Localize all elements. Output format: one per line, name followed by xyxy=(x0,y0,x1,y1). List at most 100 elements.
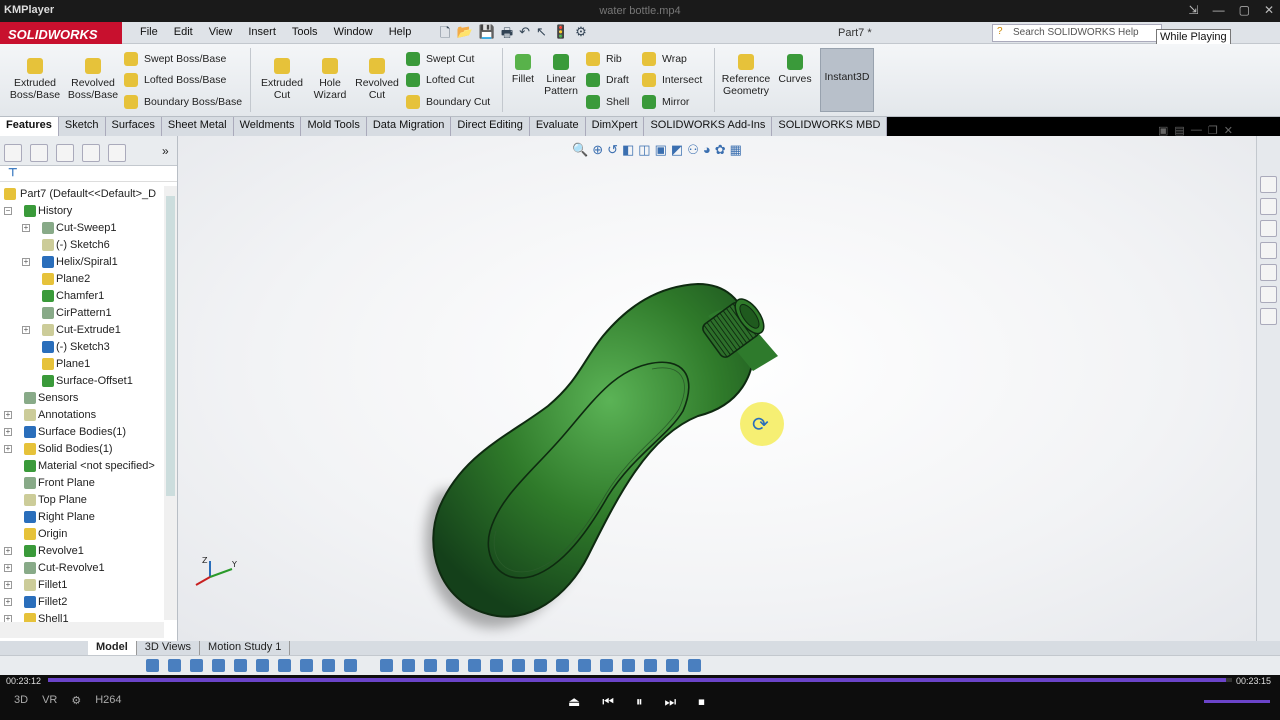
menu-insert[interactable]: Insert xyxy=(240,26,284,38)
bottom-tab-motion-study-1[interactable]: Motion Study 1 xyxy=(200,641,291,655)
filter-icon[interactable] xyxy=(146,659,159,672)
vp-close-icon[interactable]: ✕ xyxy=(1224,124,1233,137)
minimize-icon[interactable]: — xyxy=(1213,3,1225,17)
filter-icon[interactable] xyxy=(666,659,679,672)
file-explorer-icon[interactable] xyxy=(1260,220,1277,237)
filter-icon[interactable] xyxy=(212,659,225,672)
expand-toggle-icon[interactable]: + xyxy=(4,564,12,572)
expand-toggle-icon[interactable]: + xyxy=(22,326,30,334)
tree-node[interactable]: Top Plane xyxy=(0,492,164,509)
tree-node[interactable]: Sensors xyxy=(0,390,164,407)
bottom-tab-model[interactable]: Model xyxy=(88,641,137,655)
filter-icon[interactable] xyxy=(468,659,481,672)
tree-node[interactable]: + Cut-Revolve1 xyxy=(0,560,164,577)
dynamic-annotation-icon[interactable]: ◫ xyxy=(638,142,650,158)
bottom-tab-3d-views[interactable]: 3D Views xyxy=(137,641,201,655)
view-palette-icon[interactable] xyxy=(1260,242,1277,259)
filter-icon[interactable] xyxy=(234,659,247,672)
expand-toggle-icon[interactable]: + xyxy=(4,445,12,453)
3d-toggle[interactable]: 3D xyxy=(14,694,28,707)
zoom-to-fit-icon[interactable]: 🔍 xyxy=(572,142,588,158)
filter-icon[interactable] xyxy=(402,659,415,672)
open-icon[interactable]: 📂 xyxy=(456,24,472,46)
boundary-cut-button[interactable]: Boundary Cut xyxy=(406,94,490,114)
shell-button[interactable]: Shell xyxy=(586,94,629,114)
tree-node[interactable]: CirPattern1 xyxy=(0,305,164,322)
expand-toggle-icon[interactable]: + xyxy=(4,581,12,589)
filter-icon[interactable] xyxy=(688,659,701,672)
view-settings-icon[interactable]: ▦ xyxy=(730,142,742,158)
reference-geometry-button[interactable]: Reference Geometry xyxy=(718,54,774,97)
hole-wizard-button[interactable]: Hole Wizard xyxy=(308,58,352,101)
scrollbar-thumb[interactable] xyxy=(166,196,175,496)
tab-evaluate[interactable]: Evaluate xyxy=(530,117,586,136)
pause-icon[interactable]: ⏸ xyxy=(636,694,643,710)
filter-icon[interactable] xyxy=(446,659,459,672)
expand-toggle-icon[interactable]: + xyxy=(4,411,12,419)
filter-icon[interactable] xyxy=(344,659,357,672)
tree-node[interactable]: − History xyxy=(0,203,164,220)
lofted-cut-button[interactable]: Lofted Cut xyxy=(406,72,474,92)
tree-vertical-scrollbar[interactable] xyxy=(164,186,177,620)
expand-toggle-icon[interactable]: + xyxy=(4,547,12,555)
menu-view[interactable]: View xyxy=(201,26,241,38)
extruded-boss-button[interactable]: Extruded Boss/Base xyxy=(8,58,62,101)
tab-direct-editing[interactable]: Direct Editing xyxy=(451,117,530,136)
previous-view-icon[interactable]: ↺ xyxy=(607,142,618,158)
filter-icon[interactable] xyxy=(512,659,525,672)
tree-node[interactable]: (-) Sketch6 xyxy=(0,237,164,254)
filter-icon[interactable] xyxy=(578,659,591,672)
tree-node[interactable]: Front Plane xyxy=(0,475,164,492)
tree-node[interactable]: + Fillet2 xyxy=(0,594,164,611)
tree-node[interactable]: + Revolve1 xyxy=(0,543,164,560)
tree-node[interactable]: Surface-Offset1 xyxy=(0,373,164,390)
filter-icon[interactable] xyxy=(600,659,613,672)
volume-slider[interactable] xyxy=(1204,700,1270,703)
tree-node[interactable]: Plane2 xyxy=(0,271,164,288)
expand-toggle-icon[interactable]: + xyxy=(22,258,30,266)
menu-window[interactable]: Window xyxy=(326,26,381,38)
tab-solidworks-add-ins[interactable]: SOLIDWORKS Add-Ins xyxy=(644,117,773,136)
print-icon[interactable]: 🖶 xyxy=(501,24,513,46)
menu-tools[interactable]: Tools xyxy=(284,26,326,38)
vp-restore-icon[interactable]: ❐ xyxy=(1208,124,1218,137)
filter-icon[interactable] xyxy=(168,659,181,672)
tree-node[interactable]: Right Plane xyxy=(0,509,164,526)
wrap-button[interactable]: Wrap xyxy=(642,51,687,71)
previous-icon[interactable]: ⏮ xyxy=(602,694,614,710)
vr-toggle[interactable]: VR xyxy=(42,694,57,707)
curves-button[interactable]: Curves xyxy=(776,54,814,85)
eject-icon[interactable]: ⏏ xyxy=(568,694,580,710)
tree-node[interactable]: (-) Sketch3 xyxy=(0,339,164,356)
tab-dimxpert[interactable]: DimXpert xyxy=(586,117,645,136)
fillet-button[interactable]: Fillet xyxy=(506,54,540,85)
options-icon[interactable]: ⚙ xyxy=(575,24,587,46)
edit-appearance-icon[interactable]: ◕ xyxy=(703,142,711,158)
maximize-icon[interactable]: ▢ xyxy=(1239,3,1250,17)
undo-icon[interactable]: ↶ xyxy=(519,24,530,46)
save-icon[interactable]: 💾 xyxy=(479,24,495,46)
rib-button[interactable]: Rib xyxy=(586,51,622,71)
tile-icon[interactable]: ▣ xyxy=(1158,124,1168,137)
section-view-icon[interactable]: ◧ xyxy=(622,142,634,158)
tree-node[interactable]: + Solid Bodies(1) xyxy=(0,441,164,458)
filter-icon[interactable] xyxy=(322,659,335,672)
tab-data-migration[interactable]: Data Migration xyxy=(367,117,452,136)
zoom-area-icon[interactable]: ⊕ xyxy=(592,142,603,158)
rebuild-icon[interactable]: 🚦 xyxy=(553,24,569,46)
display-style-icon[interactable]: ◩ xyxy=(671,142,683,158)
expand-toggle-icon[interactable]: + xyxy=(22,224,30,232)
swept-cut-button[interactable]: Swept Cut xyxy=(406,51,474,71)
menu-help[interactable]: Help xyxy=(381,26,420,38)
tab-solidworks-mbd[interactable]: SOLIDWORKS MBD xyxy=(772,117,888,136)
tab-weldments[interactable]: Weldments xyxy=(234,117,302,136)
linear-pattern-button[interactable]: Linear Pattern xyxy=(540,54,582,97)
tab-mold-tools[interactable]: Mold Tools xyxy=(301,117,367,136)
stop-icon[interactable]: ⏹ xyxy=(698,694,705,710)
feature-tree-tab-icon[interactable] xyxy=(4,144,22,162)
tab-features[interactable]: Features xyxy=(0,117,59,136)
filter-icon[interactable] xyxy=(300,659,313,672)
resources-icon[interactable] xyxy=(1260,176,1277,193)
tree-node[interactable]: Plane1 xyxy=(0,356,164,373)
tree-node[interactable]: + Fillet1 xyxy=(0,577,164,594)
